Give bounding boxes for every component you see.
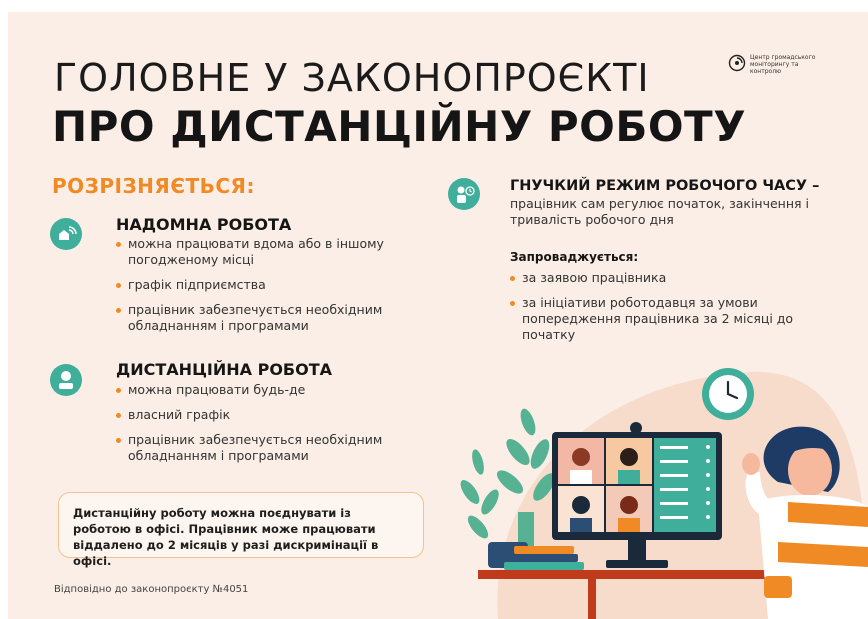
home-work-list: можна працювати вдома або в іншому погод…: [116, 236, 416, 343]
introduced-list: за заявою працівника за ініціативи робот…: [510, 270, 800, 352]
list-item: працівник забезпечується необхідним обла…: [116, 302, 416, 334]
list-item: можна працювати вдома або в іншому погод…: [116, 236, 416, 268]
list-item: працівник забезпечується необхідним обла…: [116, 432, 416, 464]
list-item: за заявою працівника: [510, 270, 800, 286]
flex-description: працівник сам регулює початок, закінченн…: [510, 196, 809, 227]
list-item: можна працювати будь-де: [116, 382, 416, 398]
footer-source: Відповідно до законопроєкту №4051: [54, 584, 249, 595]
remote-work-title: ДИСТАНЦІЙНА РОБОТА: [116, 360, 333, 379]
infographic: ГОЛОВНЕ У ЗАКОНОПРОЄКТІ ПРО ДИСТАНЦІЙНУ …: [8, 12, 868, 619]
home-work-title: НАДОМНА РОБОТА: [116, 215, 292, 234]
title-line-2: ПРО ДИСТАНЦІЙНУ РОБОТУ: [52, 102, 747, 151]
video-call-illustration: [460, 368, 868, 619]
remote-worker-icon: [50, 364, 82, 396]
clock-icon: [702, 368, 754, 420]
section-heading: РОЗРІЗНЯЄТЬСЯ:: [52, 174, 255, 198]
flex-title: ГНУЧКИЙ РЕЖИМ РОБОЧОГО ЧАСУ –: [510, 178, 820, 194]
center-logo-icon: [728, 54, 746, 72]
remote-work-list: можна працювати будь-де власний графік п…: [116, 382, 416, 473]
title-line-1: ГОЛОВНЕ У ЗАКОНОПРОЄКТІ: [54, 56, 650, 100]
list-item: за ініціативи роботодавця за умови попер…: [510, 295, 800, 343]
flex-schedule-icon: [448, 178, 480, 210]
logo-text: Центр громадського моніторингу та контро…: [750, 54, 816, 75]
list-item: власний графік: [116, 407, 416, 423]
home-wifi-icon: [50, 218, 82, 250]
list-item: графік підприємства: [116, 277, 416, 293]
introduced-label: Запроваджується:: [510, 250, 639, 264]
note-box: Дистанційну роботу можна поєднувати із р…: [58, 492, 424, 568]
